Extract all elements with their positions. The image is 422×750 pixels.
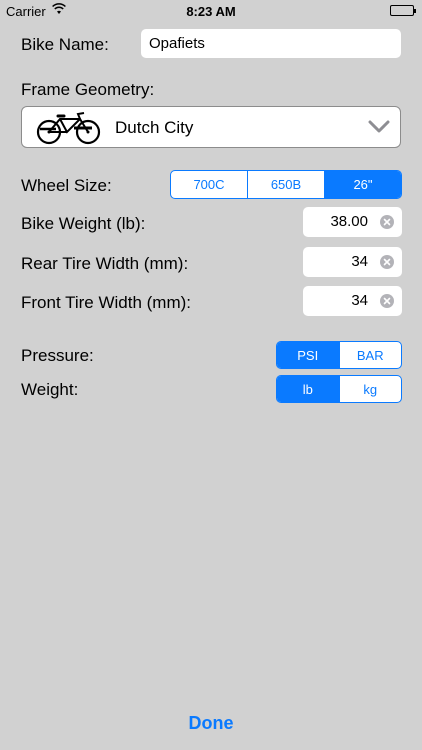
bike-name-input[interactable] <box>141 29 401 58</box>
wheel-size-option-26[interactable]: 26" <box>324 171 401 198</box>
clear-icon[interactable] <box>380 255 394 269</box>
done-button[interactable]: Done <box>0 713 422 734</box>
clear-icon[interactable] <box>380 215 394 229</box>
wheel-size-option-700c[interactable]: 700C <box>171 171 247 198</box>
rear-tire-width-value: 34 <box>351 253 368 270</box>
bicycle-icon <box>36 111 102 150</box>
clear-icon[interactable] <box>380 294 394 308</box>
rear-tire-width-input[interactable]: 34 <box>303 247 402 277</box>
bike-weight-value: 38.00 <box>330 213 368 230</box>
front-tire-width-input[interactable]: 34 <box>303 286 402 316</box>
weight-unit-segmented-control: lb kg <box>276 375 402 403</box>
wheel-size-label: Wheel Size: <box>21 176 112 195</box>
status-bar: Carrier 8:23 AM <box>0 0 422 22</box>
chevron-down-icon <box>368 120 390 139</box>
status-time: 8:23 AM <box>186 4 236 19</box>
pressure-unit-segmented-control: PSI BAR <box>276 341 402 369</box>
rear-tire-width-label: Rear Tire Width (mm): <box>21 254 189 273</box>
pressure-label: Pressure: <box>21 346 94 365</box>
bike-name-label: Bike Name: <box>21 35 109 54</box>
pressure-option-bar[interactable]: BAR <box>338 342 402 368</box>
front-tire-width-label: Front Tire Width (mm): <box>21 293 192 312</box>
front-tire-width-value: 34 <box>351 292 368 309</box>
wheel-size-option-650b[interactable]: 650B <box>247 171 324 198</box>
weight-option-kg[interactable]: kg <box>338 376 402 402</box>
frame-geometry-label: Frame Geometry: <box>21 80 155 99</box>
frame-geometry-value: Dutch City <box>115 118 194 137</box>
frame-geometry-select[interactable]: Dutch City <box>21 106 401 148</box>
bike-weight-input[interactable]: 38.00 <box>303 207 402 237</box>
weight-option-lb[interactable]: lb <box>277 376 339 402</box>
weight-label: Weight: <box>21 380 79 399</box>
battery-icon <box>390 5 416 16</box>
pressure-option-psi[interactable]: PSI <box>277 342 339 368</box>
wheel-size-segmented-control: 700C 650B 26" <box>170 170 402 199</box>
bike-weight-label: Bike Weight (lb): <box>21 214 146 233</box>
